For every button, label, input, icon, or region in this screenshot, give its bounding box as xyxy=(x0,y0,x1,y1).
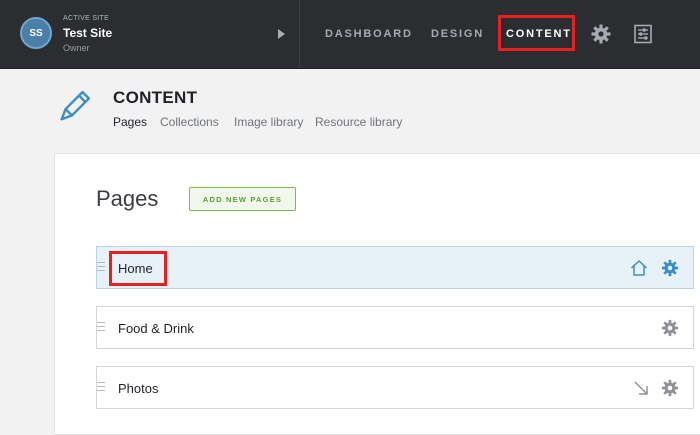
subnav-pages[interactable]: Pages xyxy=(113,115,147,129)
page-row-home[interactable]: Home xyxy=(96,246,694,289)
gear-icon[interactable] xyxy=(661,319,679,337)
site-kicker-label: ACTIVE SITE xyxy=(63,15,110,22)
nav-dashboard[interactable]: DASHBOARD xyxy=(325,27,413,41)
drag-handle-icon[interactable] xyxy=(97,382,105,394)
page-row-photos[interactable]: Photos xyxy=(96,366,694,409)
site-avatar: SS xyxy=(20,17,52,49)
content-highlight-box xyxy=(498,15,575,51)
subnav-collections[interactable]: Collections xyxy=(160,115,219,129)
page-row-label: Food & Drink xyxy=(118,321,194,336)
top-bar: SS ACTIVE SITE Test Site Owner DASHBOARD… xyxy=(0,0,700,69)
sliders-icon[interactable] xyxy=(633,24,653,44)
gear-icon[interactable] xyxy=(591,24,611,44)
section-title: CONTENT xyxy=(113,88,198,107)
subnav-resource-library[interactable]: Resource library xyxy=(315,115,402,129)
drag-handle-icon[interactable] xyxy=(97,322,105,334)
page-row-label: Photos xyxy=(118,381,159,396)
site-name: Test Site xyxy=(63,26,113,40)
arrow-down-right-icon[interactable] xyxy=(632,379,650,397)
drag-handle-icon[interactable] xyxy=(97,262,105,274)
active-site-switcher[interactable]: SS ACTIVE SITE Test Site Owner xyxy=(0,0,300,68)
pencil-icon xyxy=(60,90,91,121)
home-icon[interactable] xyxy=(630,259,648,277)
site-expand-arrow-icon[interactable] xyxy=(278,29,285,39)
pages-heading: Pages xyxy=(96,186,159,211)
nav-design[interactable]: DESIGN xyxy=(431,27,484,41)
page-row-food-drink[interactable]: Food & Drink xyxy=(96,306,694,349)
gear-icon[interactable] xyxy=(661,259,679,277)
gear-icon[interactable] xyxy=(661,379,679,397)
home-highlight-box xyxy=(109,251,167,286)
subnav-image-library[interactable]: Image library xyxy=(234,115,303,129)
site-role: Owner xyxy=(63,43,90,53)
add-new-pages-button[interactable]: ADD NEW PAGES xyxy=(189,187,296,211)
